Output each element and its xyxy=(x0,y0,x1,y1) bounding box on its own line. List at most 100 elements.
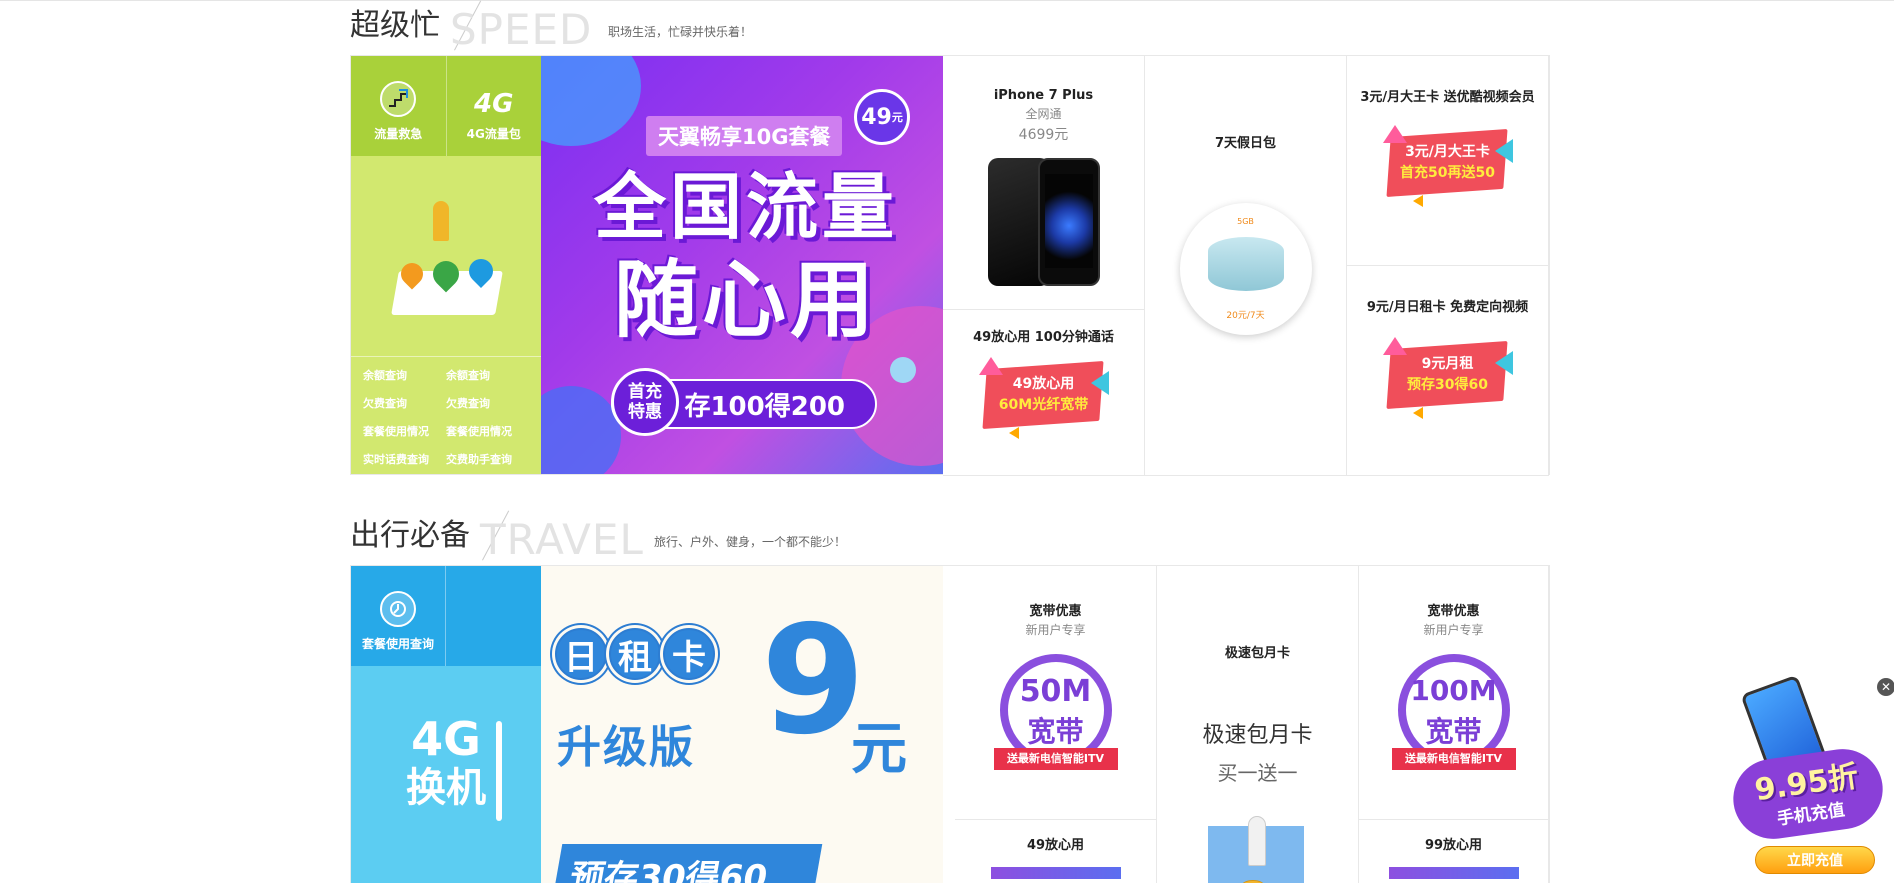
section-subtitle: 职场生活，忙碌并快乐着！ xyxy=(608,25,753,39)
stairs-icon xyxy=(380,81,417,117)
card-broadband-50m[interactable]: 宽带优惠 新用户专享 50M 宽带 送最新电信智能ITV xyxy=(955,566,1157,820)
speed-sub: 买一送一 xyxy=(1217,761,1298,785)
promo-graphic: 9元月租 预存30得60 xyxy=(1382,337,1513,419)
card-title: iPhone 7 Plus xyxy=(993,88,1094,103)
day-rent-chars: 日 租 卡 xyxy=(555,628,715,680)
broadband-badge: 100M 宽带 送最新电信智能ITV xyxy=(1391,654,1516,770)
char-badge: 卡 xyxy=(663,628,715,680)
link-plan-usage[interactable]: 套餐使用情况 xyxy=(363,423,446,439)
nav-item-traffic-rescue[interactable]: 流量救急 xyxy=(351,56,447,156)
nav-item-label: 流量救急 xyxy=(374,127,423,141)
card-fangxin-49[interactable]: 49放心用 100分钟通话 49放心用 60M光纤宽带 xyxy=(943,310,1145,476)
card-rizu[interactable]: 9元/月日租卡 免费定向视频 9元月租 预存30得60 xyxy=(1347,266,1549,476)
card-fangxin-49[interactable]: 49放心用 xyxy=(955,820,1157,883)
card-title: 极速包月卡 xyxy=(1224,646,1290,661)
card-iphone[interactable]: iPhone 7 Plus 全网通 4699元 xyxy=(943,56,1145,310)
4g-switch-text: 4G 换机 xyxy=(391,716,501,808)
promo-graphic: 3元/月大王卡 首充50再送50 xyxy=(1382,125,1513,207)
promo-line-1: 9元月租 xyxy=(1421,356,1474,372)
nav-item-plan-usage[interactable]: 套餐使用查询 xyxy=(351,566,446,666)
nav-item-label: 4G流量包 xyxy=(466,127,521,141)
broadband-word: 宽带 xyxy=(1027,715,1084,748)
char-badge: 日 xyxy=(555,628,607,680)
phone-bar-icon xyxy=(496,721,502,821)
broadband-size: 100M xyxy=(1410,674,1497,707)
price-value: 49 xyxy=(861,104,892,130)
recharge-now-button[interactable]: 立即充值 xyxy=(1755,846,1875,874)
quick-links: 余额查询 余额查询 欠费查询 欠费查询 套餐使用情况 套餐使用情况 实时话费查询… xyxy=(351,356,541,467)
card-sub: 新用户专享 xyxy=(1025,623,1086,637)
promo-graphic: 49放心用 60M光纤宽带 xyxy=(978,357,1109,439)
card-title: 3元/月大王卡 送优酷视频会员 xyxy=(1360,90,1535,105)
disk-image: 5GB 20元/7天 xyxy=(1179,203,1312,335)
iphone-image xyxy=(984,158,1104,288)
card-speed-monthly[interactable]: 极速包月卡 极速包月卡 买一送一 xyxy=(1157,566,1359,883)
broadband-size: 50M xyxy=(1019,674,1092,709)
decor-blob xyxy=(541,56,641,146)
clock-icon xyxy=(380,591,416,627)
card-title: 宽带优惠 xyxy=(1427,604,1480,619)
disk-bottom-label: 20元/7天 xyxy=(1226,311,1265,321)
promo-line-1: 3元/月大王卡 xyxy=(1405,144,1490,160)
card-title: 49放心用 100分钟通话 xyxy=(973,330,1114,345)
card-broadband-100m[interactable]: 宽带优惠 新用户专享 100M 宽带 送最新电信智能ITV xyxy=(1359,566,1549,820)
card-sub: 新用户专享 xyxy=(1423,623,1484,637)
floor1-nav: 流量救急 4G 4G流量包 余额查询 余额查询 欠费查询 欠费查询 套餐使用情况 xyxy=(351,56,541,474)
section-english: TRAVEL xyxy=(480,515,644,564)
banner-headline-1: 全国流量 xyxy=(593,165,898,249)
promo-line-1: 49放心用 xyxy=(1012,376,1075,392)
link-payment-helper[interactable]: 交费助手查询 xyxy=(446,451,529,467)
broadband-word: 宽带 xyxy=(1425,715,1482,748)
banner-10g-plan[interactable]: 天翼畅享10G套餐 49 元 全国流量 随心用 存100得200 首充特惠 xyxy=(541,56,943,474)
promo-line-2: 60M光纤宽带 xyxy=(998,397,1089,413)
price-number: 9 xyxy=(761,594,866,768)
link-arrears-query-2[interactable]: 欠费查询 xyxy=(446,395,529,411)
card-holiday-pack[interactable]: 7天假日包 5GB 20元/7天 xyxy=(1145,56,1347,476)
link-plan-usage-2[interactable]: 套餐使用情况 xyxy=(446,423,529,439)
link-balance-query[interactable]: 余额查询 xyxy=(363,367,446,383)
4g-icon: 4G xyxy=(474,89,514,119)
broadband-badge: 50M 宽带 送最新电信智能ITV xyxy=(993,654,1118,770)
link-arrears-query[interactable]: 欠费查询 xyxy=(363,395,446,411)
upgrade-text: 升级版 xyxy=(557,722,695,773)
card-title: 49放心用 xyxy=(1026,838,1085,853)
link-balance-query-2[interactable]: 余额查询 xyxy=(446,367,529,383)
price-unit: 元 xyxy=(891,111,903,124)
section-travel-header: 出行必备 TRAVEL 旅行、户外、健身，一个都不能少！ xyxy=(350,510,1150,564)
link-realtime-fee[interactable]: 实时话费查询 xyxy=(363,451,446,467)
card-title: 99放心用 xyxy=(1424,838,1483,853)
discount-badge[interactable]: 9.95折 手机充值 xyxy=(1728,743,1888,845)
switch-text: 换机 xyxy=(406,765,486,811)
broadband-ribbon: 送最新电信智能ITV xyxy=(993,748,1118,770)
page: 超级忙 SPEED 职场生活，忙碌并快乐着！ 流量救急 4G 4G流量包 余额查… xyxy=(0,0,1894,883)
broadband-ribbon: 送最新电信智能ITV xyxy=(1391,748,1516,770)
nav-item-label: 套餐使用查询 xyxy=(361,637,434,651)
close-icon[interactable]: ✕ xyxy=(1877,678,1894,696)
section-title: 出行必备 xyxy=(350,518,470,553)
disk-top-label: 5GB xyxy=(1237,217,1254,226)
char-badge: 租 xyxy=(609,628,661,680)
card-image-top xyxy=(1388,867,1519,879)
deposit-offer: 预存30得60 xyxy=(551,844,823,883)
floor2-nav: 套餐使用查询 4G 换机 xyxy=(351,566,541,883)
map-pins-illustration xyxy=(391,201,503,321)
banner-tag: 天翼畅享10G套餐 xyxy=(646,116,843,156)
price-badge: 49 元 xyxy=(854,89,910,145)
banner-headline-2: 随心用 xyxy=(613,251,878,349)
rocket-image xyxy=(1198,816,1318,883)
card-title: 9元/月日租卡 免费定向视频 xyxy=(1366,300,1529,315)
promo-line-2: 预存30得60 xyxy=(1407,377,1488,393)
nav-item-4g-package[interactable]: 4G 4G流量包 xyxy=(447,56,542,156)
banner-day-rent-card[interactable]: 日 租 卡 升级版 9 元 预存30得60 xyxy=(541,566,943,883)
section-subtitle: 旅行、户外、健身，一个都不能少！ xyxy=(654,535,847,549)
promo-line-2: 首充50再送50 xyxy=(1400,165,1495,181)
card-price: 4699元 xyxy=(1018,127,1069,143)
first-charge-badge: 首充特惠 xyxy=(611,368,679,436)
card-fangxin-99[interactable]: 99放心用 xyxy=(1359,820,1549,883)
floor-travel: 套餐使用查询 4G 换机 日 租 卡 升级版 9 元 预存30得60 宽带优惠 … xyxy=(350,565,1550,883)
card-king[interactable]: 3元/月大王卡 送优酷视频会员 3元/月大王卡 首充50再送50 xyxy=(1347,56,1549,266)
section-speed-header: 超级忙 SPEED 职场生活，忙碌并快乐着！ xyxy=(350,0,1150,54)
card-sub: 全网通 xyxy=(1025,107,1062,121)
decor-ball xyxy=(890,357,916,383)
section-english: SPEED xyxy=(450,5,593,54)
